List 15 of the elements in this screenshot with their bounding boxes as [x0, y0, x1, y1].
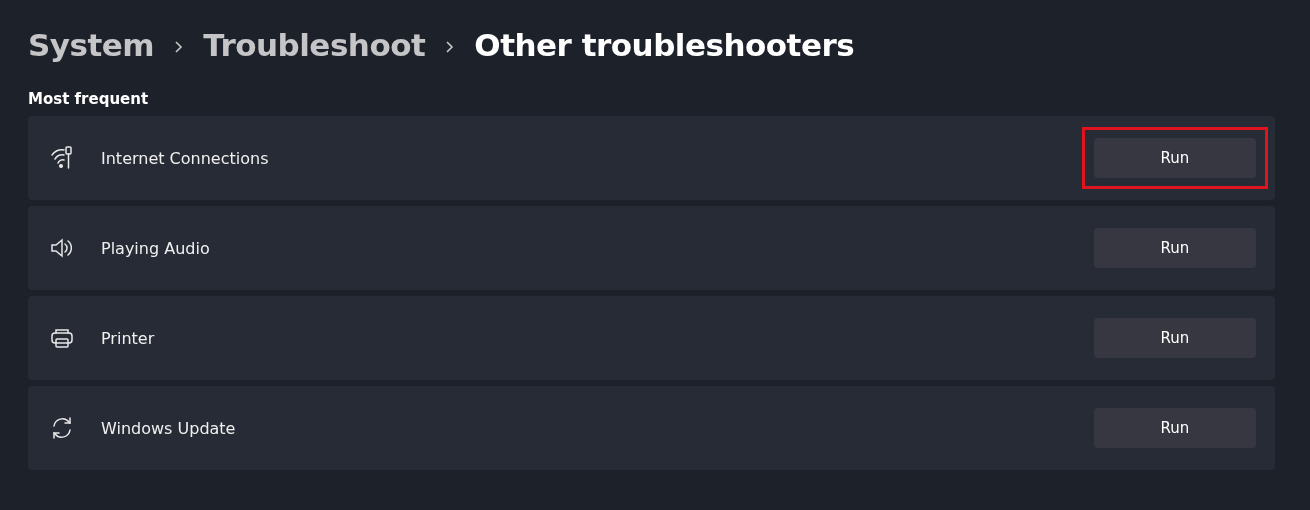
troubleshooter-name: Internet Connections: [101, 148, 270, 168]
wifi-icon: [49, 145, 75, 171]
chevron-icon: [445, 40, 455, 54]
chevron-icon: [174, 40, 184, 54]
run-button[interactable]: Run: [1094, 408, 1256, 448]
run-button[interactable]: Run: [1094, 228, 1256, 268]
troubleshooter-name: Playing Audio: [101, 238, 211, 258]
breadcrumb-link[interactable]: Troubleshoot: [203, 27, 426, 63]
breadcrumb-link[interactable]: System: [28, 27, 155, 63]
run-button[interactable]: Run: [1094, 138, 1256, 178]
troubleshooter-name: Printer: [101, 328, 156, 348]
troubleshooter-name: Windows Update: [101, 418, 237, 438]
run-button[interactable]: Run: [1094, 318, 1256, 358]
section-title: Most frequent: [28, 90, 150, 108]
page-title: Other troubleshooters: [474, 27, 855, 63]
